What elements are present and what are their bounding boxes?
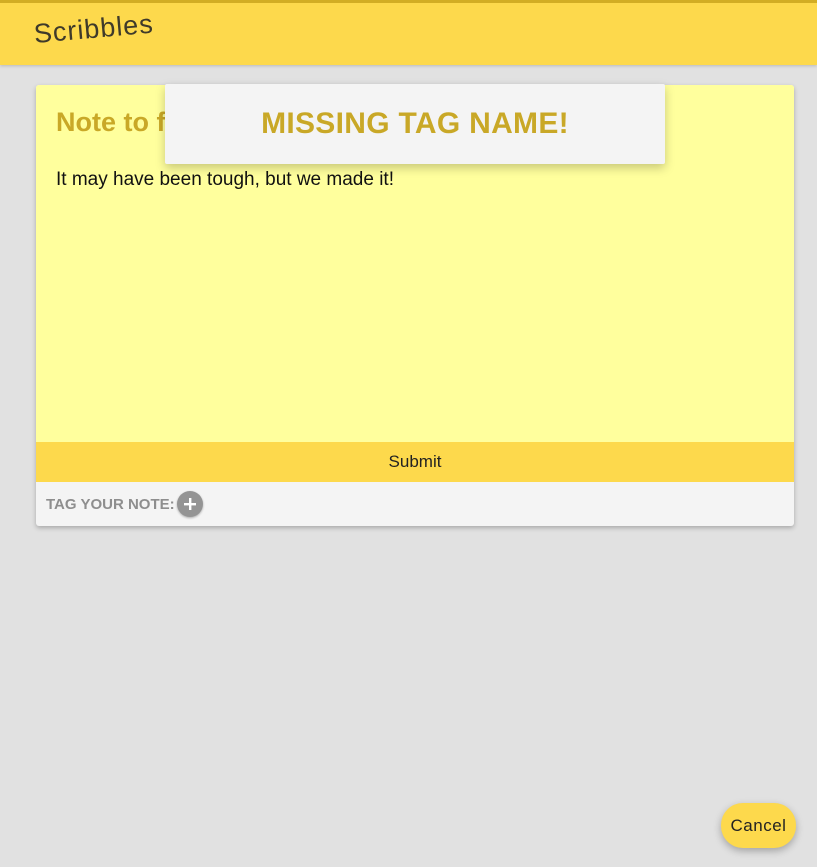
tag-row: TAG YOUR NOTE: [36, 482, 794, 526]
add-tag-button[interactable] [176, 491, 203, 517]
app-title: Scribbles [32, 8, 155, 49]
plus-icon [183, 498, 196, 510]
toast-message: MISSING TAG NAME! [261, 107, 569, 140]
error-toast: MISSING TAG NAME! [165, 84, 665, 164]
note-title[interactable]: Note to f [56, 107, 165, 138]
cancel-button[interactable]: Cancel [721, 803, 796, 848]
submit-button[interactable]: Submit [36, 442, 794, 482]
app-bar: Scribbles [0, 0, 817, 65]
tag-label: TAG YOUR NOTE: [46, 495, 175, 513]
note-body[interactable]: It may have been tough, but we made it! [56, 169, 394, 191]
